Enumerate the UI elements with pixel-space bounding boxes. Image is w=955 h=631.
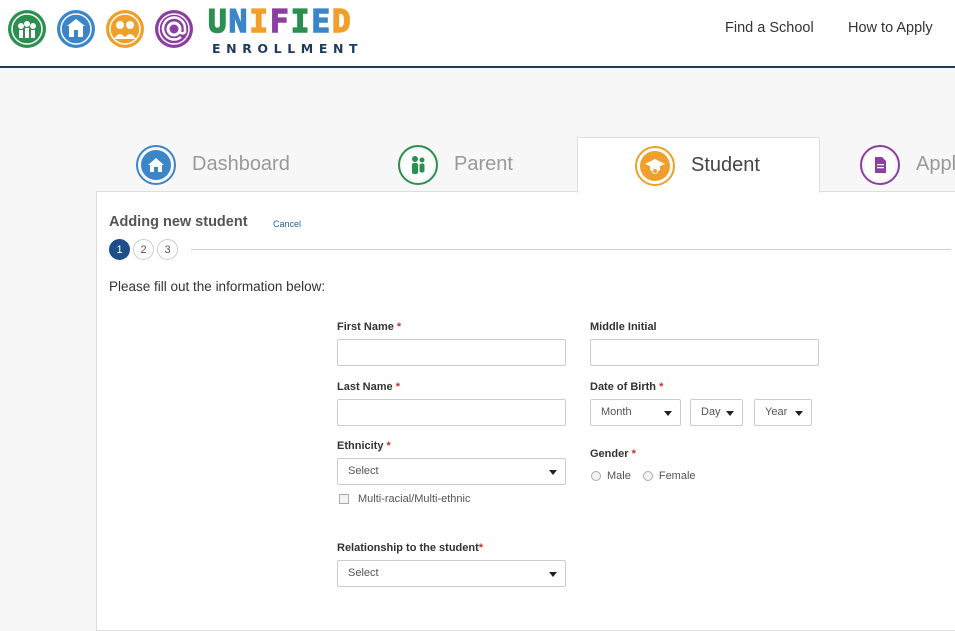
- nav-how-to-apply[interactable]: How to Apply: [848, 20, 933, 36]
- step-divider: [191, 249, 951, 250]
- step-3: 3: [157, 239, 178, 260]
- tab-application[interactable]: Appl: [860, 137, 955, 192]
- relationship-label: Relationship to the student*: [337, 542, 483, 554]
- radio-label: Male: [607, 470, 631, 482]
- required-marker: *: [396, 321, 402, 333]
- required-marker: *: [395, 381, 400, 393]
- middle-initial-input[interactable]: [590, 339, 819, 366]
- logo-letter: E: [311, 4, 333, 40]
- required-marker: *: [659, 381, 664, 393]
- select-value: Day: [701, 406, 721, 418]
- graduation-cap-icon: [635, 145, 675, 186]
- tab-label: Dashboard: [192, 153, 290, 175]
- caret-down-icon: [549, 572, 557, 577]
- tab-label: Student: [691, 154, 760, 176]
- field-label-text: First Name: [337, 321, 394, 333]
- caret-down-icon: [549, 470, 557, 475]
- logo-letter: F: [269, 4, 291, 40]
- middle-initial-label: Middle Initial: [590, 321, 657, 333]
- multiracial-option[interactable]: Multi-racial/Multi-ethnic: [339, 493, 470, 505]
- dob-month-select[interactable]: Month: [590, 399, 681, 426]
- ethnicity-select[interactable]: Select: [337, 458, 566, 485]
- field-label-text: Relationship to the student: [337, 542, 479, 554]
- dob-year-select[interactable]: Year: [754, 399, 812, 426]
- required-marker: *: [478, 542, 484, 554]
- field-label-text: Last Name: [337, 381, 393, 393]
- logo-subtitle: ENROLLMENT: [212, 41, 364, 56]
- select-value: Year: [765, 406, 788, 418]
- checkbox-label: Multi-racial/Multi-ethnic: [358, 493, 471, 505]
- gender-label: Gender *: [590, 448, 636, 460]
- nav-find-a-school[interactable]: Find a School: [725, 20, 814, 36]
- document-icon: [860, 144, 900, 185]
- online-logo-icon: [155, 10, 193, 48]
- select-value: Select: [348, 465, 379, 477]
- relationship-select[interactable]: Select: [337, 560, 566, 587]
- logo-letter: I: [290, 4, 312, 40]
- tab-label: Parent: [454, 153, 513, 175]
- logo-letter: I: [249, 4, 271, 40]
- logo-letter: D: [331, 4, 353, 40]
- select-value: Month: [601, 406, 632, 418]
- caret-down-icon: [726, 411, 734, 416]
- family-logo-icon: [106, 10, 144, 48]
- field-label-text: Ethnicity: [337, 440, 384, 452]
- female-radio[interactable]: [642, 471, 653, 481]
- required-marker: *: [631, 448, 636, 460]
- logo-letter: N: [228, 4, 250, 40]
- tab-student[interactable]: Student: [577, 137, 820, 193]
- ethnicity-label: Ethnicity *: [337, 440, 391, 452]
- logo-letter: U: [207, 4, 229, 40]
- multiracial-checkbox[interactable]: [339, 494, 349, 504]
- home-icon: [136, 144, 176, 185]
- dob-day-select[interactable]: Day: [690, 399, 743, 426]
- select-value: Select: [348, 567, 379, 579]
- parent-icon: [398, 144, 438, 185]
- logo-wordmark: UNIFIED: [207, 4, 363, 40]
- last-name-input[interactable]: [337, 399, 566, 426]
- tab-parent[interactable]: Parent: [398, 137, 513, 192]
- first-name-input[interactable]: [337, 339, 566, 366]
- school-logo-icon: [57, 10, 95, 48]
- step-2: 2: [133, 239, 154, 260]
- field-label-text: Gender: [590, 448, 629, 460]
- tab-label: Appl: [916, 153, 955, 175]
- student-form-panel: Adding new student Cancel 1 2 3 Please f…: [96, 191, 955, 631]
- field-label-text: Date of Birth: [590, 381, 656, 393]
- date-of-birth-label: Date of Birth *: [590, 381, 663, 393]
- panel-title: Adding new student: [109, 214, 248, 230]
- required-marker: *: [386, 440, 391, 452]
- top-header: UNIFIED ENROLLMENT Find a School How to …: [0, 0, 955, 68]
- community-logo-icon: [8, 10, 46, 48]
- caret-down-icon: [795, 411, 803, 416]
- instructions-text: Please fill out the information below:: [109, 279, 326, 294]
- radio-label: Female: [658, 470, 696, 482]
- tab-dashboard[interactable]: Dashboard: [136, 137, 290, 192]
- caret-down-icon: [664, 411, 672, 416]
- unified-enrollment-logo: UNIFIED ENROLLMENT: [207, 4, 364, 56]
- step-indicator: 1 2 3: [109, 239, 181, 260]
- cancel-link[interactable]: Cancel: [273, 219, 301, 229]
- first-name-label: First Name *: [337, 321, 401, 333]
- gender-options: Male Female: [591, 470, 696, 482]
- male-radio[interactable]: [591, 471, 601, 481]
- step-1: 1: [109, 239, 130, 260]
- last-name-label: Last Name *: [337, 381, 400, 393]
